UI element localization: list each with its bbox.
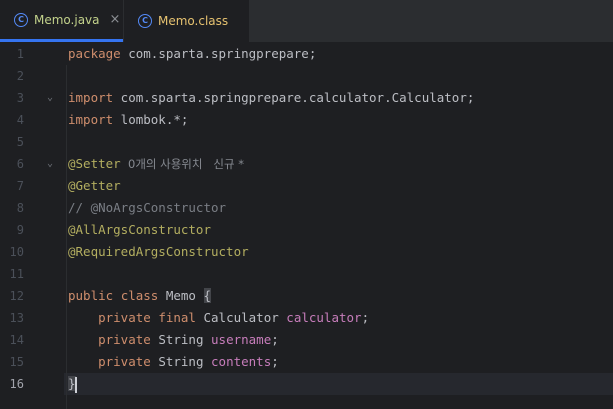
keyword: private [98, 332, 151, 347]
code-line-12: public class Memo { [68, 285, 613, 307]
code-editor[interactable]: 1 2 3 4 5 6 7 8 9 10 11 12 13 14 15 16 ⌄… [0, 43, 613, 409]
field-name: contents [211, 354, 272, 369]
import-path: lombok.*; [113, 112, 189, 127]
keyword: import [68, 90, 114, 105]
code-line-15: private String contents; [68, 351, 613, 373]
semicolon: ; [361, 310, 370, 325]
line-number: 6 [16, 157, 24, 171]
code-line-10: @RequiredArgsConstructor [68, 241, 613, 263]
tab-label: Memo.java [34, 12, 100, 27]
semicolon: ; [271, 332, 279, 347]
code-line-14: private String username; [68, 329, 613, 351]
tab-memo-class[interactable]: C Memo.class [124, 0, 249, 42]
code-line-9: @AllArgsConstructor [68, 219, 613, 241]
keyword: package [68, 46, 121, 61]
annotation: @RequiredArgsConstructor [68, 244, 249, 259]
code-line-3: import com.sparta.springprepare.calculat… [68, 87, 613, 109]
field-name: calculator [286, 310, 362, 325]
gutter-divider [66, 65, 67, 409]
close-icon[interactable]: × [110, 12, 121, 27]
class-c-icon: C [138, 14, 152, 28]
keyword: private [98, 354, 151, 369]
code-line-6: @Setter 0개의 사용위치 신규 * [68, 153, 613, 175]
type-name: String [158, 332, 204, 347]
tab-memo-java[interactable]: C Memo.java × [0, 0, 123, 42]
line-number: 13 [9, 311, 24, 325]
class-name: Memo [165, 288, 196, 303]
fold-chevron-icon[interactable]: ⌄ [47, 87, 53, 109]
code-line-8: // @NoArgsConstructor [68, 197, 613, 219]
package-name: com.sparta.springprepare; [120, 46, 317, 61]
line-number: 4 [16, 113, 24, 127]
line-number: 12 [9, 289, 24, 303]
keyword: public [68, 288, 114, 303]
keyword: final [158, 310, 196, 325]
code-line-1: package com.sparta.springprepare; [68, 43, 613, 65]
line-number-current: 16 [9, 377, 24, 391]
usage-inlay-hint[interactable]: 0개의 사용위치 신규 * [121, 157, 244, 171]
annotation: @Getter [68, 178, 121, 193]
keyword: import [68, 112, 114, 127]
tab-label: Memo.class [158, 14, 229, 28]
text-caret [74, 376, 77, 393]
code-line-4: import lombok.*; [68, 109, 613, 131]
code-line-7: @Getter [68, 175, 613, 197]
line-number: 11 [9, 267, 24, 281]
field-name: username [211, 332, 272, 347]
line-number-gutter: 1 2 3 4 5 6 7 8 9 10 11 12 13 14 15 16 ⌄… [0, 43, 64, 409]
open-brace: { [203, 288, 212, 303]
import-path: com.sparta.springprepare.calculator.Calc… [113, 90, 475, 105]
fold-chevron-icon[interactable]: ⌄ [47, 153, 53, 175]
code-line-13: private final Calculator calculator; [68, 307, 613, 329]
line-number: 14 [9, 333, 24, 347]
line-number: 15 [9, 355, 24, 369]
editor-tab-bar: C Memo.java × C Memo.class [0, 0, 613, 43]
line-number: 1 [16, 47, 24, 61]
line-number: 8 [16, 201, 24, 215]
line-number: 3 [16, 91, 24, 105]
line-number: 10 [9, 245, 24, 259]
line-number: 7 [16, 179, 24, 193]
comment: // @NoArgsConstructor [68, 200, 227, 215]
keyword: private [98, 310, 151, 325]
type-name: String [158, 354, 204, 369]
keyword: class [120, 288, 159, 303]
semicolon: ; [271, 354, 279, 369]
line-number: 9 [16, 223, 24, 237]
class-c-icon: C [14, 12, 28, 27]
annotation: @AllArgsConstructor [68, 222, 211, 237]
line-number: 5 [16, 135, 24, 149]
annotation: @Setter [68, 156, 121, 171]
type-name: Calculator [203, 310, 279, 325]
line-number: 2 [16, 69, 24, 83]
code-line-16: } [68, 373, 613, 395]
